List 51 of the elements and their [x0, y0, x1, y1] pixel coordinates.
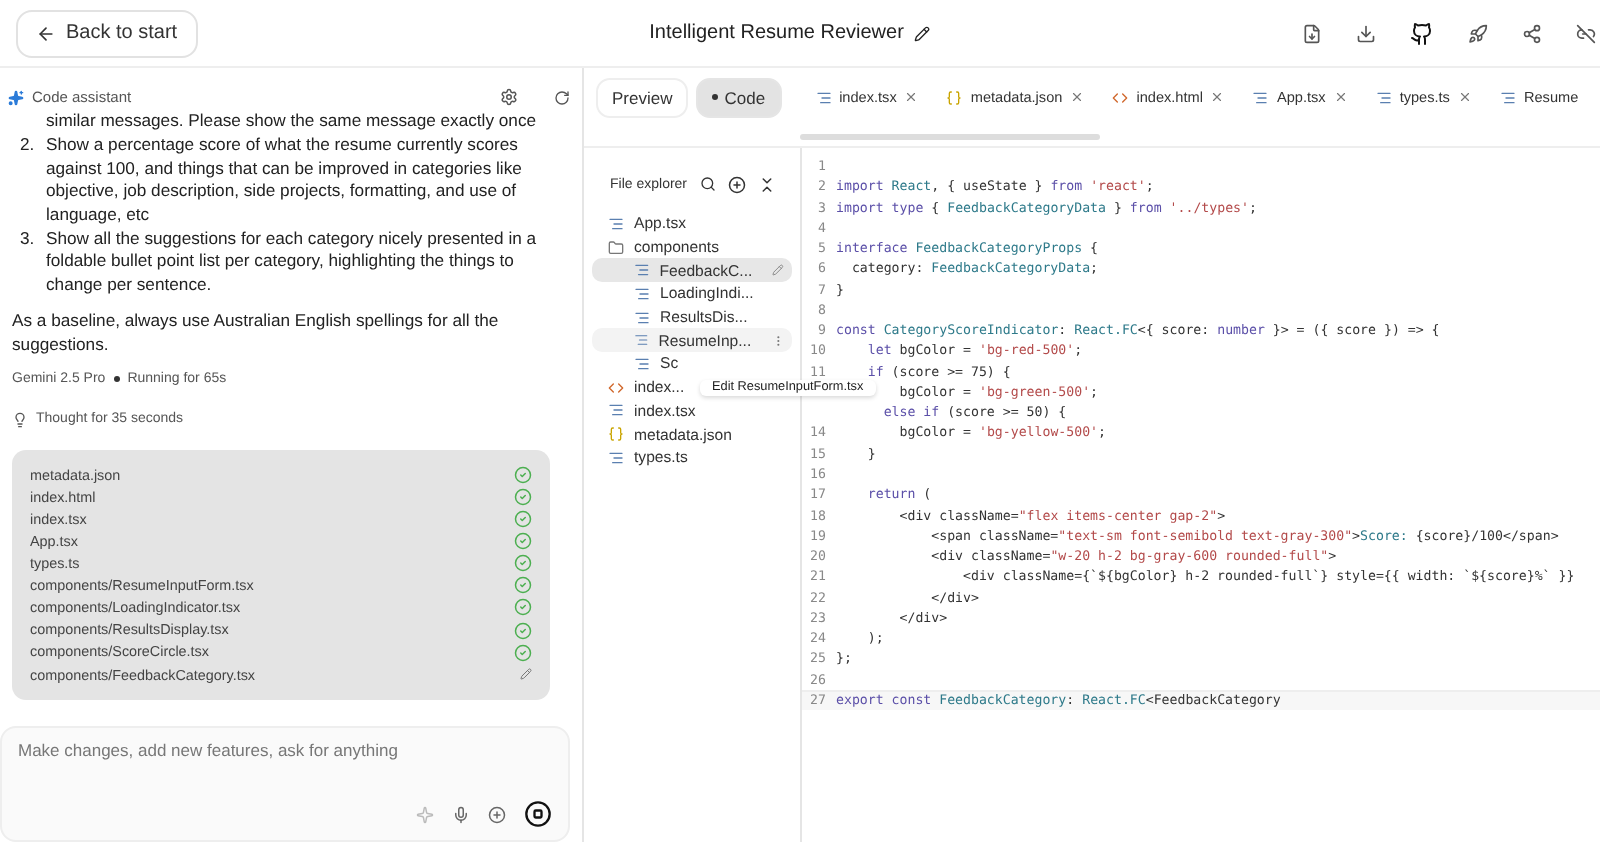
file-lines-icon	[608, 215, 624, 232]
code-icon	[1112, 89, 1129, 105]
braces-icon	[608, 426, 624, 443]
file-lines-icon	[634, 262, 650, 279]
file-lines-icon	[1252, 89, 1269, 105]
file-lines-icon	[1499, 89, 1516, 105]
file-lines-icon	[634, 285, 650, 302]
close-icon[interactable]	[1457, 90, 1472, 104]
collapse-icon[interactable]	[757, 175, 776, 193]
download-icon[interactable]	[1356, 23, 1376, 43]
close-icon[interactable]	[1333, 90, 1348, 104]
prompt-field[interactable]: Make changes, add new features, ask for anything	[18, 740, 498, 760]
mic-icon[interactable]	[452, 805, 470, 823]
save-icon[interactable]	[1302, 23, 1322, 43]
add-icon[interactable]	[727, 175, 746, 193]
file-lines-icon	[634, 332, 649, 349]
list-number: 3.	[20, 228, 37, 253]
lightbulb-icon	[12, 412, 28, 429]
unlink-icon[interactable]	[1576, 23, 1596, 43]
close-icon[interactable]	[1210, 90, 1225, 104]
pencil-icon[interactable]	[913, 25, 930, 41]
search-icon[interactable]	[699, 176, 716, 192]
share-icon[interactable]	[1522, 23, 1542, 43]
view-tab[interactable]: Preview	[596, 77, 689, 117]
sparkle-icon	[8, 89, 24, 105]
braces-icon	[946, 89, 963, 105]
back-button[interactable]: Back to start	[16, 9, 198, 57]
refresh-icon[interactable]	[554, 89, 570, 105]
message-text: similar messages. Please show the same message exactly once	[46, 110, 537, 133]
file-lines-icon	[608, 402, 624, 419]
close-icon[interactable]	[904, 90, 919, 104]
stop-icon[interactable]	[524, 800, 552, 828]
file-lines-icon	[815, 89, 832, 105]
project-title: Intelligent Resume Reviewer	[649, 22, 904, 44]
file-lines-icon	[634, 355, 650, 372]
settings-icon[interactable]	[500, 88, 518, 106]
list-number: 2.	[20, 134, 37, 159]
view-tab[interactable]: Code	[696, 77, 782, 117]
code-icon	[608, 379, 624, 396]
folder-icon	[608, 239, 624, 256]
file-lines-icon	[634, 309, 650, 326]
message-text: As a baseline, always use Australian English spellings for all the suggestions.	[12, 310, 501, 357]
add-icon[interactable]	[488, 805, 506, 823]
close-icon[interactable]	[1070, 90, 1085, 104]
message-text: Show a percentage score of what the resume currently scores against 100, and things that can be improved in categories like objective, job description, side projects, formatting, and use of language, etc	[46, 134, 524, 227]
file-lines-icon	[1375, 89, 1392, 105]
arrow-left-icon	[36, 23, 56, 43]
file-lines-icon	[608, 449, 624, 466]
rocket-icon[interactable]	[1468, 23, 1488, 43]
message-text: Show all the suggestions for each category nicely presented in a foldable bullet point list per category, highlighting the things to change per sentence.	[46, 228, 539, 297]
github-icon[interactable]	[1410, 21, 1434, 45]
